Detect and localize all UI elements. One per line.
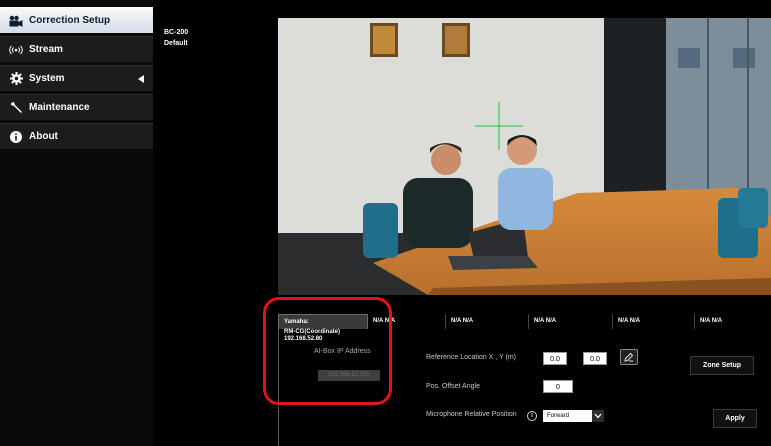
video-camera-icon	[9, 14, 23, 28]
sidebar-item-system[interactable]: System	[0, 65, 153, 92]
mic-position-select[interactable]: Forward	[543, 410, 593, 422]
camera-scene	[278, 18, 771, 295]
tab-device-4[interactable]: N/A N/A	[528, 314, 608, 329]
mic-position-label: Microphone Relative Position	[426, 411, 517, 418]
sidebar-item-label: System	[29, 73, 65, 84]
tab-device-3[interactable]: N/A N/A	[445, 314, 525, 329]
reference-location-label: Reference Location X , Y (m)	[426, 354, 517, 361]
tab-device-6[interactable]: N/A N/A	[694, 314, 771, 329]
camera-preview[interactable]	[278, 18, 771, 295]
wrench-icon	[9, 101, 23, 115]
sidebar-item-label: Stream	[29, 44, 63, 55]
aibox-ip-input[interactable]	[318, 370, 380, 381]
device-settings-panel: Yamaha: N/A N/A N/A N/A N/A N/A N/A N/A …	[278, 314, 771, 446]
edit-location-button[interactable]	[620, 349, 638, 365]
offset-angle-input[interactable]: 0	[543, 380, 573, 393]
device-tabs: Yamaha: N/A N/A N/A N/A N/A N/A N/A N/A …	[278, 314, 771, 329]
sidebar: Correction Setup Stream System Maintenan…	[0, 0, 153, 446]
broadcast-icon	[9, 43, 23, 57]
chevron-down-icon[interactable]	[592, 410, 604, 422]
zone-setup-button[interactable]: Zone Setup	[690, 356, 754, 375]
tab-device-1[interactable]: Yamaha:	[278, 314, 368, 329]
sidebar-item-stream[interactable]: Stream	[0, 36, 153, 63]
info-icon	[9, 130, 23, 144]
reference-x-input[interactable]: 0.0	[543, 352, 567, 365]
reference-y-input[interactable]: 0.0	[583, 352, 607, 365]
pencil-icon	[624, 352, 634, 362]
sidebar-item-label: About	[29, 131, 58, 142]
device-name: RM-CG(Coordinate)	[284, 329, 340, 335]
apply-button[interactable]: Apply	[713, 409, 757, 428]
sidebar-item-about[interactable]: About	[0, 123, 153, 150]
device-info: BC-200 Default	[164, 27, 188, 49]
device-model: BC-200	[164, 29, 189, 36]
tab-device-5[interactable]: N/A N/A	[612, 314, 692, 329]
device-profile: Default	[164, 40, 188, 47]
sidebar-item-label: Maintenance	[29, 102, 90, 113]
tab-device-2[interactable]: N/A N/A	[368, 314, 438, 329]
offset-angle-label: Pos. Offset Angle	[426, 383, 480, 390]
device-info-block: RM-CG(Coordinate) 192.168.52.80	[284, 329, 364, 343]
active-tab-body	[278, 329, 369, 446]
sidebar-item-correction-setup[interactable]: Correction Setup	[0, 7, 153, 34]
gear-icon	[9, 72, 23, 86]
device-ip: 192.168.52.80	[284, 336, 323, 342]
info-tooltip-icon[interactable]: i	[527, 411, 537, 421]
aibox-ip-label: AI-Box IP Address	[314, 348, 371, 355]
sidebar-item-label: Correction Setup	[29, 15, 111, 26]
submenu-arrow-icon	[138, 75, 144, 83]
sidebar-item-maintenance[interactable]: Maintenance	[0, 94, 153, 121]
